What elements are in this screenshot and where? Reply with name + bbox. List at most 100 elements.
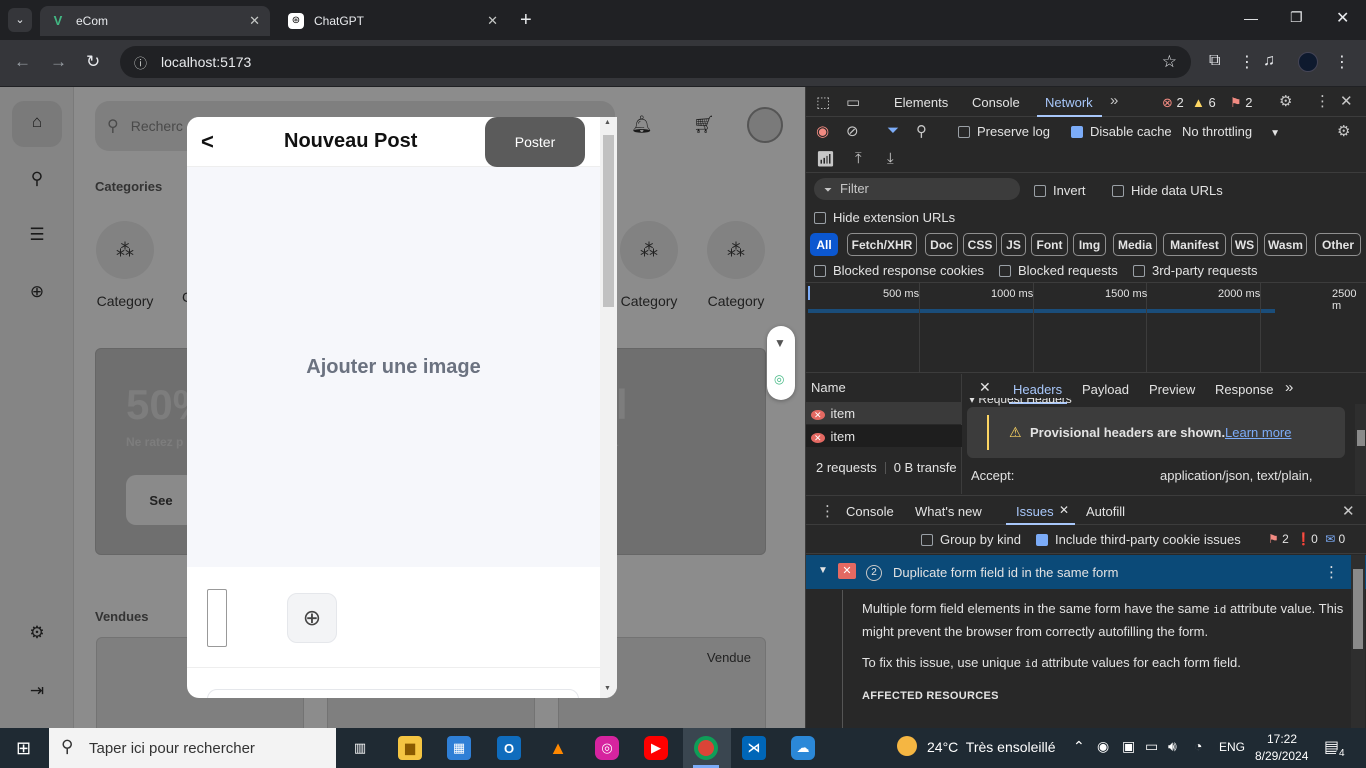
- tab-search-button[interactable]: ⌄: [8, 8, 32, 32]
- warning-count-badge[interactable]: ▲ 6: [1192, 95, 1216, 110]
- banner-see-button[interactable]: See: [126, 475, 196, 525]
- close-drawer-icon[interactable]: ✕: [1342, 502, 1355, 520]
- device-toolbar-icon[interactable]: ▭: [846, 93, 860, 111]
- hide-data-urls-checkbox[interactable]: Hide data URLs: [1112, 183, 1223, 198]
- type-filter-wasm[interactable]: Wasm: [1264, 233, 1307, 256]
- close-icon[interactable]: ✕: [249, 13, 260, 29]
- detail-tab-headers[interactable]: Headers: [1013, 382, 1062, 397]
- microsoft-store-icon[interactable]: ▦: [447, 736, 471, 760]
- tab-ecom[interactable]: V eCom ✕: [40, 6, 270, 36]
- blocked-requests-checkbox[interactable]: Blocked requests: [999, 263, 1118, 278]
- battery-icon[interactable]: ▭: [1145, 738, 1158, 755]
- tab-network[interactable]: Network: [1045, 95, 1093, 110]
- drawer-tab-whats-new[interactable]: What's new: [915, 504, 982, 519]
- request-row[interactable]: ✕ item: [806, 402, 962, 424]
- vlc-icon[interactable]: ▲: [546, 736, 570, 760]
- disable-cache-checkbox[interactable]: Disable cache: [1071, 124, 1172, 139]
- drawer-tab-console[interactable]: Console: [846, 504, 894, 519]
- image-thumbnail[interactable]: [207, 589, 227, 647]
- affected-resources-heading[interactable]: AFFECTED RESOURCES: [862, 685, 1348, 707]
- vue-devtools-icon[interactable]: ▼: [774, 336, 786, 350]
- group-by-kind-checkbox[interactable]: Group by kind: [921, 532, 1021, 547]
- record-icon[interactable]: ◉: [816, 122, 829, 140]
- outlook-icon[interactable]: O: [497, 736, 521, 760]
- drawer-tab-autofill[interactable]: Autofill: [1086, 504, 1125, 519]
- filter-input[interactable]: ⏷ Filter: [814, 178, 1020, 200]
- type-filter-ws[interactable]: WS: [1231, 233, 1258, 256]
- profile-avatar[interactable]: [1298, 52, 1318, 72]
- record-icon[interactable]: ◉: [1097, 738, 1109, 755]
- hide-extension-urls-checkbox[interactable]: Hide extension URLs: [814, 210, 955, 225]
- drawer-menu-icon[interactable]: ⋮: [820, 502, 835, 520]
- type-filter-font[interactable]: Font: [1031, 233, 1068, 256]
- volume-icon[interactable]: 🔊︎: [1168, 738, 1177, 755]
- add-image-button[interactable]: ⊕: [287, 593, 337, 643]
- language-indicator[interactable]: ENG: [1219, 740, 1245, 754]
- site-info-icon[interactable]: ⓘ: [134, 53, 147, 72]
- clock-time[interactable]: 17:22: [1267, 732, 1297, 746]
- name-column-header[interactable]: Name: [811, 380, 846, 395]
- file-explorer-icon[interactable]: ▆: [398, 736, 422, 760]
- throttling-select[interactable]: No throttling ▼: [1182, 124, 1280, 139]
- import-har-icon[interactable]: ⤒: [855, 150, 862, 167]
- caption-input[interactable]: [207, 689, 579, 698]
- more-detail-tabs-icon[interactable]: »: [1285, 379, 1293, 396]
- modal-scrollbar-thumb[interactable]: [603, 135, 614, 307]
- request-row[interactable]: ✕ item: [806, 425, 962, 447]
- more-icon[interactable]: ⋮: [1239, 52, 1255, 72]
- kebab-menu-icon[interactable]: ⋮: [1315, 92, 1330, 110]
- detail-tab-response[interactable]: Response: [1215, 382, 1274, 397]
- type-filter-js[interactable]: JS: [1001, 233, 1026, 256]
- scroll-up-arrow[interactable]: ▲: [604, 119, 611, 126]
- task-view-icon[interactable]: ▥: [348, 736, 372, 760]
- learn-more-link[interactable]: Learn more: [1225, 425, 1291, 440]
- back-icon[interactable]: ←: [14, 52, 31, 72]
- logout-icon[interactable]: ⇥: [25, 681, 49, 705]
- vscode-icon[interactable]: ⋊: [742, 736, 766, 760]
- forward-icon[interactable]: →: [50, 52, 67, 72]
- user-avatar[interactable]: [747, 107, 783, 143]
- inspect-icon[interactable]: ⬚: [816, 93, 830, 111]
- minimize-button[interactable]: —: [1244, 10, 1258, 26]
- bookmark-star-icon[interactable]: ☆: [1162, 52, 1177, 72]
- type-filter-img[interactable]: Img: [1073, 233, 1106, 256]
- instagram-icon[interactable]: ◎: [595, 736, 619, 760]
- issues-scrollbar[interactable]: [1351, 555, 1365, 728]
- chevron-up-icon[interactable]: ⌃: [1073, 738, 1085, 755]
- close-devtools-icon[interactable]: ✕: [1340, 92, 1353, 110]
- cart-icon[interactable]: 🛒︎: [693, 115, 715, 135]
- youtube-icon[interactable]: ▶: [644, 736, 668, 760]
- target-icon[interactable]: ◎: [774, 372, 784, 386]
- new-tab-button[interactable]: +: [520, 9, 532, 32]
- category-item[interactable]: ⁂ Category: [95, 221, 155, 309]
- issues-count-badge[interactable]: ⚑ 2: [1230, 95, 1253, 111]
- detail-tab-preview[interactable]: Preview: [1149, 382, 1195, 397]
- tab-chatgpt[interactable]: ⊛ ChatGPT ✕: [278, 6, 508, 36]
- category-item[interactable]: ⁂ Category: [619, 221, 679, 309]
- scroll-down-arrow[interactable]: ▼: [604, 685, 611, 692]
- restore-button[interactable]: ❐: [1290, 9, 1303, 26]
- add-image-dropzone[interactable]: Ajouter une image: [187, 167, 600, 567]
- chrome-icon[interactable]: [694, 736, 718, 760]
- type-filter-all[interactable]: All: [810, 233, 838, 256]
- type-filter-manifest[interactable]: Manifest: [1163, 233, 1226, 256]
- extensions-icon[interactable]: ⧉: [1209, 52, 1220, 70]
- close-icon[interactable]: ✕: [487, 13, 498, 29]
- issue-menu-icon[interactable]: ⋮: [1324, 563, 1339, 581]
- type-filter-fetch[interactable]: Fetch/XHR: [847, 233, 917, 256]
- preserve-log-checkbox[interactable]: Preserve log: [958, 124, 1050, 139]
- type-filter-other[interactable]: Other: [1315, 233, 1361, 256]
- settings-icon[interactable]: ⚙: [25, 623, 49, 647]
- drawer-tab-issues[interactable]: Issues: [1016, 504, 1054, 519]
- home-icon[interactable]: ⌂: [25, 112, 49, 136]
- type-filter-css[interactable]: CSS: [963, 233, 997, 256]
- more-tabs-icon[interactable]: »: [1110, 92, 1118, 109]
- include-third-party-checkbox[interactable]: Include third-party cookie issues: [1036, 532, 1241, 547]
- chat-icon[interactable]: ☰: [25, 225, 49, 249]
- weather-icon[interactable]: [897, 736, 917, 756]
- blocked-cookies-checkbox[interactable]: Blocked response cookies: [814, 263, 984, 278]
- clock-date[interactable]: 8/29/2024: [1255, 749, 1308, 763]
- bell-icon[interactable]: 🔔︎: [631, 115, 653, 135]
- close-issues-tab-icon[interactable]: ✕: [1059, 503, 1069, 517]
- tab-elements[interactable]: Elements: [894, 95, 948, 110]
